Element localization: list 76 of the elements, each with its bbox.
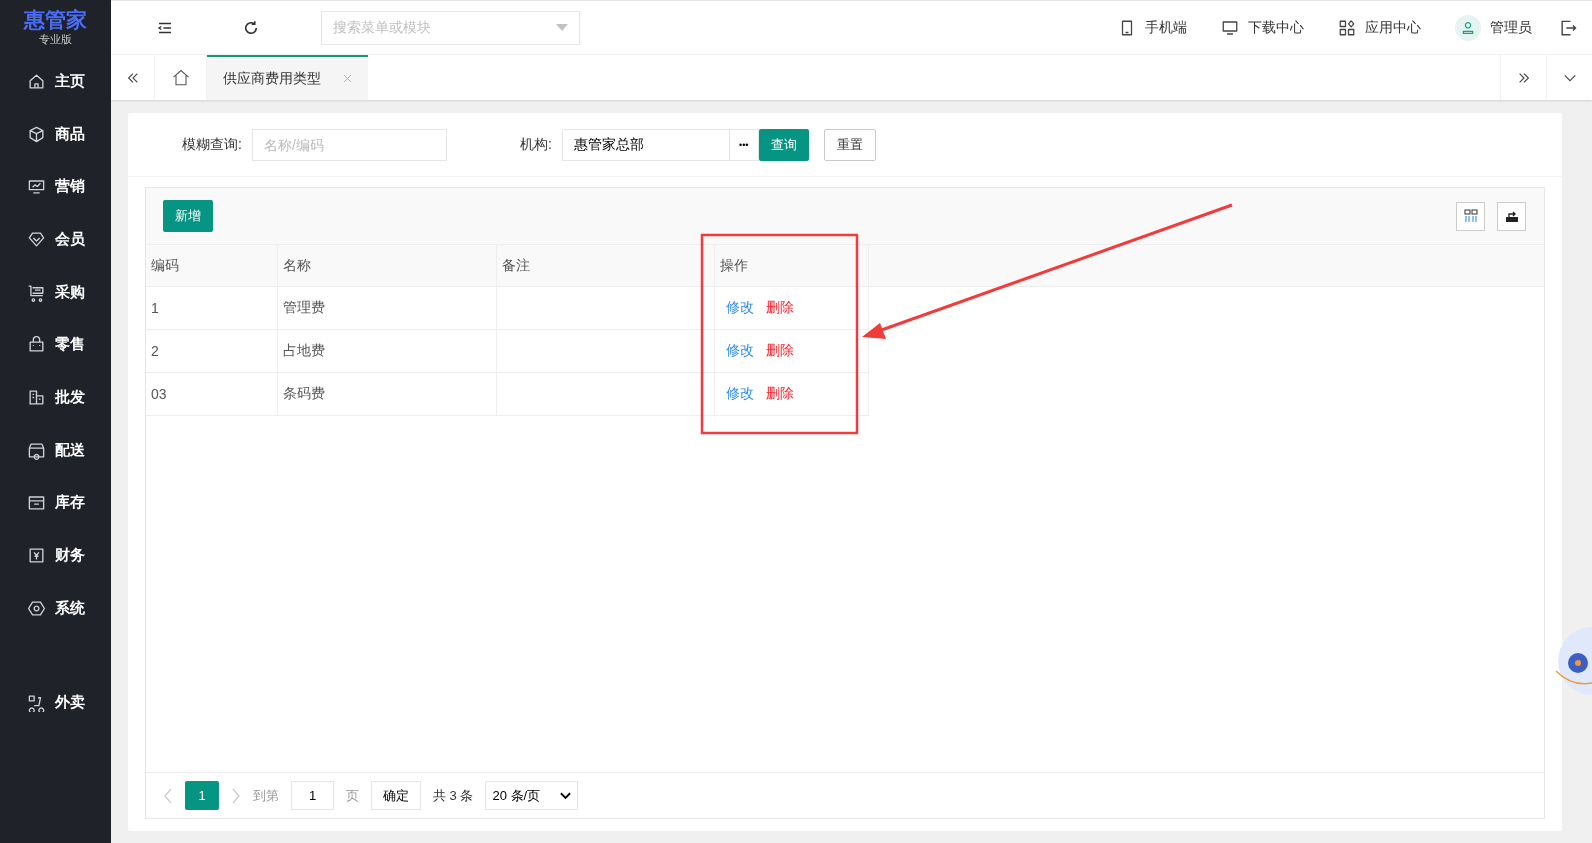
- yen-icon: [26, 546, 46, 566]
- tab-label: 供应商费用类型: [223, 69, 321, 88]
- sidebar-item[interactable]: 批发: [26, 371, 85, 424]
- field-label: 模糊查询:: [182, 135, 242, 154]
- column-header: 编码: [146, 245, 278, 287]
- table-cell: 管理费: [277, 286, 497, 330]
- dropdown-caret-icon: [556, 23, 568, 32]
- home-icon: [26, 71, 46, 91]
- sidebar-item[interactable]: 系统: [26, 581, 85, 635]
- page-button[interactable]: 1: [185, 781, 219, 810]
- sidebar-item[interactable]: 零售: [26, 318, 85, 372]
- more-button[interactable]: •••: [728, 129, 758, 160]
- sidebar-item[interactable]: 配送: [26, 423, 85, 477]
- query-button[interactable]: 查询: [758, 128, 809, 161]
- delete-link[interactable]: 删除: [766, 299, 794, 315]
- store-icon: [26, 440, 46, 460]
- cube-icon: [26, 124, 46, 144]
- chevron-down-icon: [560, 791, 572, 800]
- field-label: 机构:: [519, 135, 552, 154]
- edit-link[interactable]: 修改: [726, 385, 754, 401]
- page-number-field[interactable]: 1: [291, 781, 334, 810]
- delete-link[interactable]: 删除: [766, 342, 794, 358]
- edit-link[interactable]: 修改: [726, 299, 754, 315]
- next-page-icon[interactable]: [231, 787, 241, 804]
- page-tab[interactable]: 供应商费用类型: [207, 55, 368, 100]
- column-header: 名称: [277, 245, 497, 287]
- reset-button[interactable]: 重置: [823, 128, 876, 161]
- sidebar-item[interactable]: 商品: [26, 107, 85, 161]
- column-header: 操作: [714, 245, 869, 287]
- edit-link[interactable]: 修改: [726, 342, 754, 358]
- sidebar-item[interactable]: 财务: [26, 529, 85, 582]
- cart-icon: [26, 282, 46, 302]
- apps-grid-icon: [1338, 18, 1356, 37]
- diamond-icon: [26, 229, 46, 249]
- columns-button[interactable]: [1456, 201, 1485, 231]
- sidebar-item[interactable]: 主页: [26, 55, 85, 108]
- column-header: 备注: [496, 245, 715, 287]
- organization-field[interactable]: 惠管家总部 •••: [561, 128, 759, 161]
- sidebar-item[interactable]: 采购: [26, 265, 85, 319]
- columns-icon: [1462, 208, 1479, 224]
- bag-icon: [26, 335, 46, 355]
- table-cell: 2: [146, 329, 278, 373]
- previous-page-icon[interactable]: [163, 787, 173, 804]
- monitor-chart-icon: [26, 177, 46, 197]
- table-cell: 条码费: [277, 372, 497, 416]
- box-icon: [26, 493, 46, 513]
- header-link[interactable]: 应用中心: [1338, 18, 1421, 37]
- double-chevron-left-icon: [125, 70, 140, 85]
- refresh-icon[interactable]: [242, 18, 260, 37]
- sidebar-item[interactable]: 营销: [26, 160, 85, 214]
- user-menu[interactable]: 管理员: [1455, 14, 1532, 41]
- page-size-select[interactable]: 20 条/页: [485, 781, 579, 810]
- table-cell: 1: [146, 286, 278, 330]
- confirm-button[interactable]: 确定: [371, 781, 421, 810]
- goto-label: 到第: [253, 786, 279, 805]
- table-cell: 占地费: [277, 329, 497, 373]
- table-cell: 03: [146, 372, 278, 416]
- keyword-field[interactable]: 名称/编码: [251, 128, 447, 161]
- close-icon[interactable]: [343, 74, 352, 83]
- header-link[interactable]: 手机端: [1118, 18, 1187, 37]
- edition-label: 专业版: [39, 32, 72, 47]
- delete-link[interactable]: 删除: [766, 385, 794, 401]
- header-link[interactable]: 下载中心: [1221, 18, 1304, 37]
- monitor-icon: [1221, 18, 1239, 37]
- home-icon: [170, 67, 191, 88]
- user-avatar-icon: [1455, 14, 1481, 41]
- sidebar-item[interactable]: 会员: [26, 213, 85, 266]
- hexagon-gear-icon: [26, 598, 46, 618]
- sidebar-item[interactable]: 库存: [26, 476, 85, 530]
- buildings-icon: [26, 387, 46, 407]
- export-button[interactable]: [1497, 201, 1526, 231]
- page-label: 页: [346, 786, 359, 805]
- logo-text: 惠管家: [24, 8, 87, 32]
- add-button[interactable]: 新增: [163, 200, 213, 232]
- sidebar-item[interactable]: 外卖: [26, 676, 85, 730]
- total-count: 共 3 条: [433, 786, 474, 805]
